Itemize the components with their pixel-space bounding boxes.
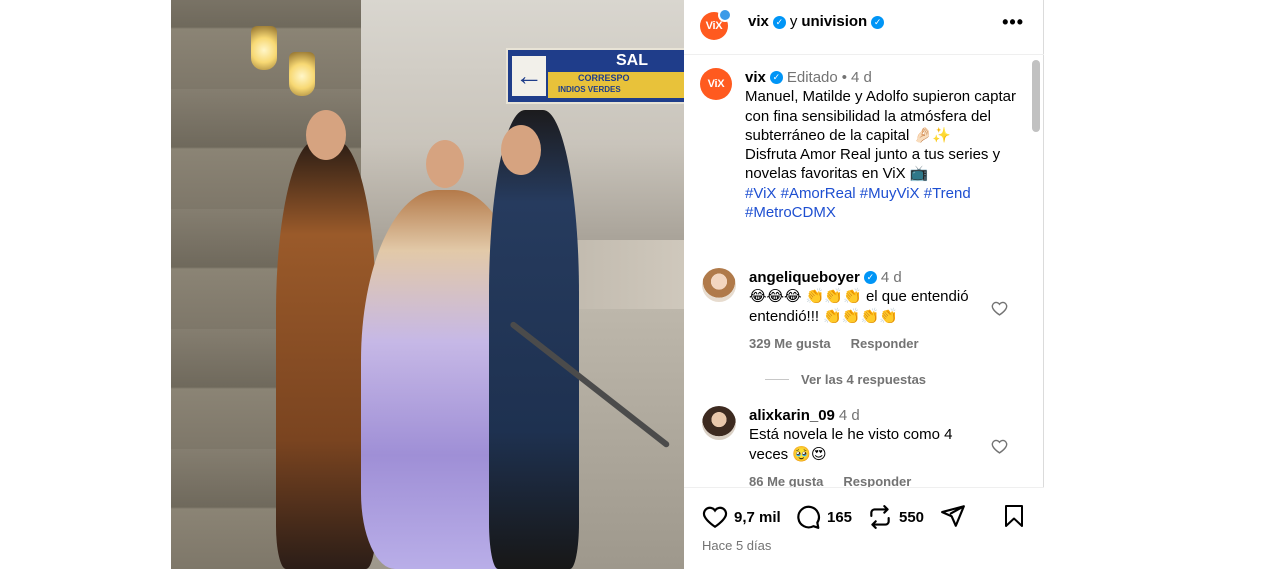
commenter-avatar[interactable] [702, 406, 736, 440]
comment-body: alixkarin_09 4 d Está novela le he visto… [749, 406, 989, 464]
comment-count[interactable]: 165 [827, 509, 852, 526]
wall-lamp [251, 26, 277, 70]
comment-likes[interactable]: 329 Me gusta [749, 336, 831, 351]
post-sidebar: ViX vix ✓ y univision ✓ ••• ViX vix ✓ Ed… [684, 0, 1044, 569]
heart-icon[interactable] [702, 504, 728, 530]
view-replies-label[interactable]: Ver las 4 respuestas [801, 372, 926, 387]
hashtag-link[interactable]: #Trend [924, 185, 971, 202]
sign-yellow-band: CORRESPO INDIOS VERDES [548, 72, 684, 98]
hashtag-link[interactable]: #AmorReal [781, 185, 856, 202]
caption-username[interactable]: vix [745, 68, 766, 87]
wall-lamp [289, 52, 315, 96]
comment-age[interactable]: 4 d [839, 406, 860, 425]
post-timestamp[interactable]: Hace 5 días [702, 538, 771, 553]
collab-connector: y [789, 13, 798, 30]
sign-line: CORRESPO [578, 73, 630, 83]
figure-face [501, 125, 541, 175]
collab-username[interactable]: univision [801, 13, 867, 31]
commenter-username[interactable]: angeliqueboyer [749, 268, 860, 287]
hashtag-link[interactable]: #MetroCDMX [745, 204, 836, 221]
comment-icon[interactable] [795, 504, 821, 530]
verified-icon: ✓ [863, 271, 877, 285]
sign-title: SAL [616, 52, 648, 69]
hashtag-link[interactable]: #ViX [745, 185, 776, 202]
sign-line-2: INDIOS VERDES [558, 85, 621, 94]
comment-meta: 86 Me gusta Responder [749, 474, 911, 487]
caption-text-2: Disfruta Amor Real junto a tus series y … [745, 146, 1001, 183]
caption-age[interactable]: 4 d [851, 68, 872, 87]
share-icon[interactable] [940, 503, 966, 529]
caption-body: vix ✓ Editado • 4 d Manuel, Matilde y Ad… [745, 68, 1030, 222]
like-comment-heart-icon[interactable] [991, 300, 1008, 317]
replies-divider [765, 379, 789, 380]
commenter-username[interactable]: alixkarin_09 [749, 406, 835, 425]
more-options-icon[interactable]: ••• [1002, 12, 1024, 33]
figure-face [426, 140, 464, 188]
post-image[interactable]: ← SAL CORRESPO INDIOS VERDES [171, 0, 684, 569]
scrollbar-thumb[interactable] [1032, 60, 1040, 132]
reply-button[interactable]: Responder [843, 474, 911, 487]
hashtags: #ViX #AmorReal #MuyViX #Trend #MetroCDMX [745, 184, 1030, 223]
edited-label: Editado [786, 69, 838, 86]
separator-dot: • [841, 69, 847, 86]
verified-icon: ✓ [769, 71, 783, 85]
post-header: ViX vix ✓ y univision ✓ ••• [684, 0, 1044, 55]
comment-meta: 329 Me gusta Responder [749, 336, 919, 351]
author-line: vix ✓ y univision ✓ [748, 13, 885, 31]
collab-avatar[interactable] [718, 8, 732, 22]
view-replies[interactable]: Ver las 4 respuestas [765, 372, 926, 387]
author-username[interactable]: vix [748, 13, 769, 31]
comment-action[interactable]: 165 [795, 504, 852, 530]
like-comment-heart-icon[interactable] [991, 438, 1008, 455]
verified-icon: ✓ [772, 15, 786, 29]
comment-age[interactable]: 4 d [881, 268, 902, 287]
post-actions: 9,7 mil 165 550 Hace 5 días [684, 487, 1044, 569]
comment-likes[interactable]: 86 Me gusta [749, 474, 823, 487]
caption-text-1: Manuel, Matilde y Adolfo supieron captar… [745, 88, 1016, 144]
figure-face [306, 110, 346, 160]
comment-body: angeliqueboyer ✓ 4 d 😂😂😂 👏👏👏 el que ente… [749, 268, 989, 326]
caption-avatar[interactable]: ViX [700, 68, 732, 100]
hashtag-link[interactable]: #MuyViX [860, 185, 920, 202]
repost-icon[interactable] [867, 504, 893, 530]
bookmark-icon[interactable] [1002, 503, 1026, 529]
sign-arrow-icon: ← [512, 56, 546, 96]
metro-sign: ← SAL CORRESPO INDIOS VERDES [506, 48, 684, 104]
verified-icon: ✓ [871, 15, 885, 29]
comment-text: 😂😂😂 👏👏👏 el que entendió entendió!!! 👏👏👏👏 [749, 288, 969, 325]
commenter-avatar[interactable] [702, 268, 736, 302]
like-action[interactable]: 9,7 mil [702, 504, 781, 530]
repost-action[interactable]: 550 [867, 504, 924, 530]
reply-button[interactable]: Responder [851, 336, 919, 351]
like-count[interactable]: 9,7 mil [734, 509, 781, 526]
comment-text: Está novela le he visto como 4 veces 🥹😍 [749, 426, 953, 463]
comments-scroll[interactable]: ViX vix ✓ Editado • 4 d Manuel, Matilde … [684, 56, 1044, 487]
repost-count[interactable]: 550 [899, 509, 924, 526]
